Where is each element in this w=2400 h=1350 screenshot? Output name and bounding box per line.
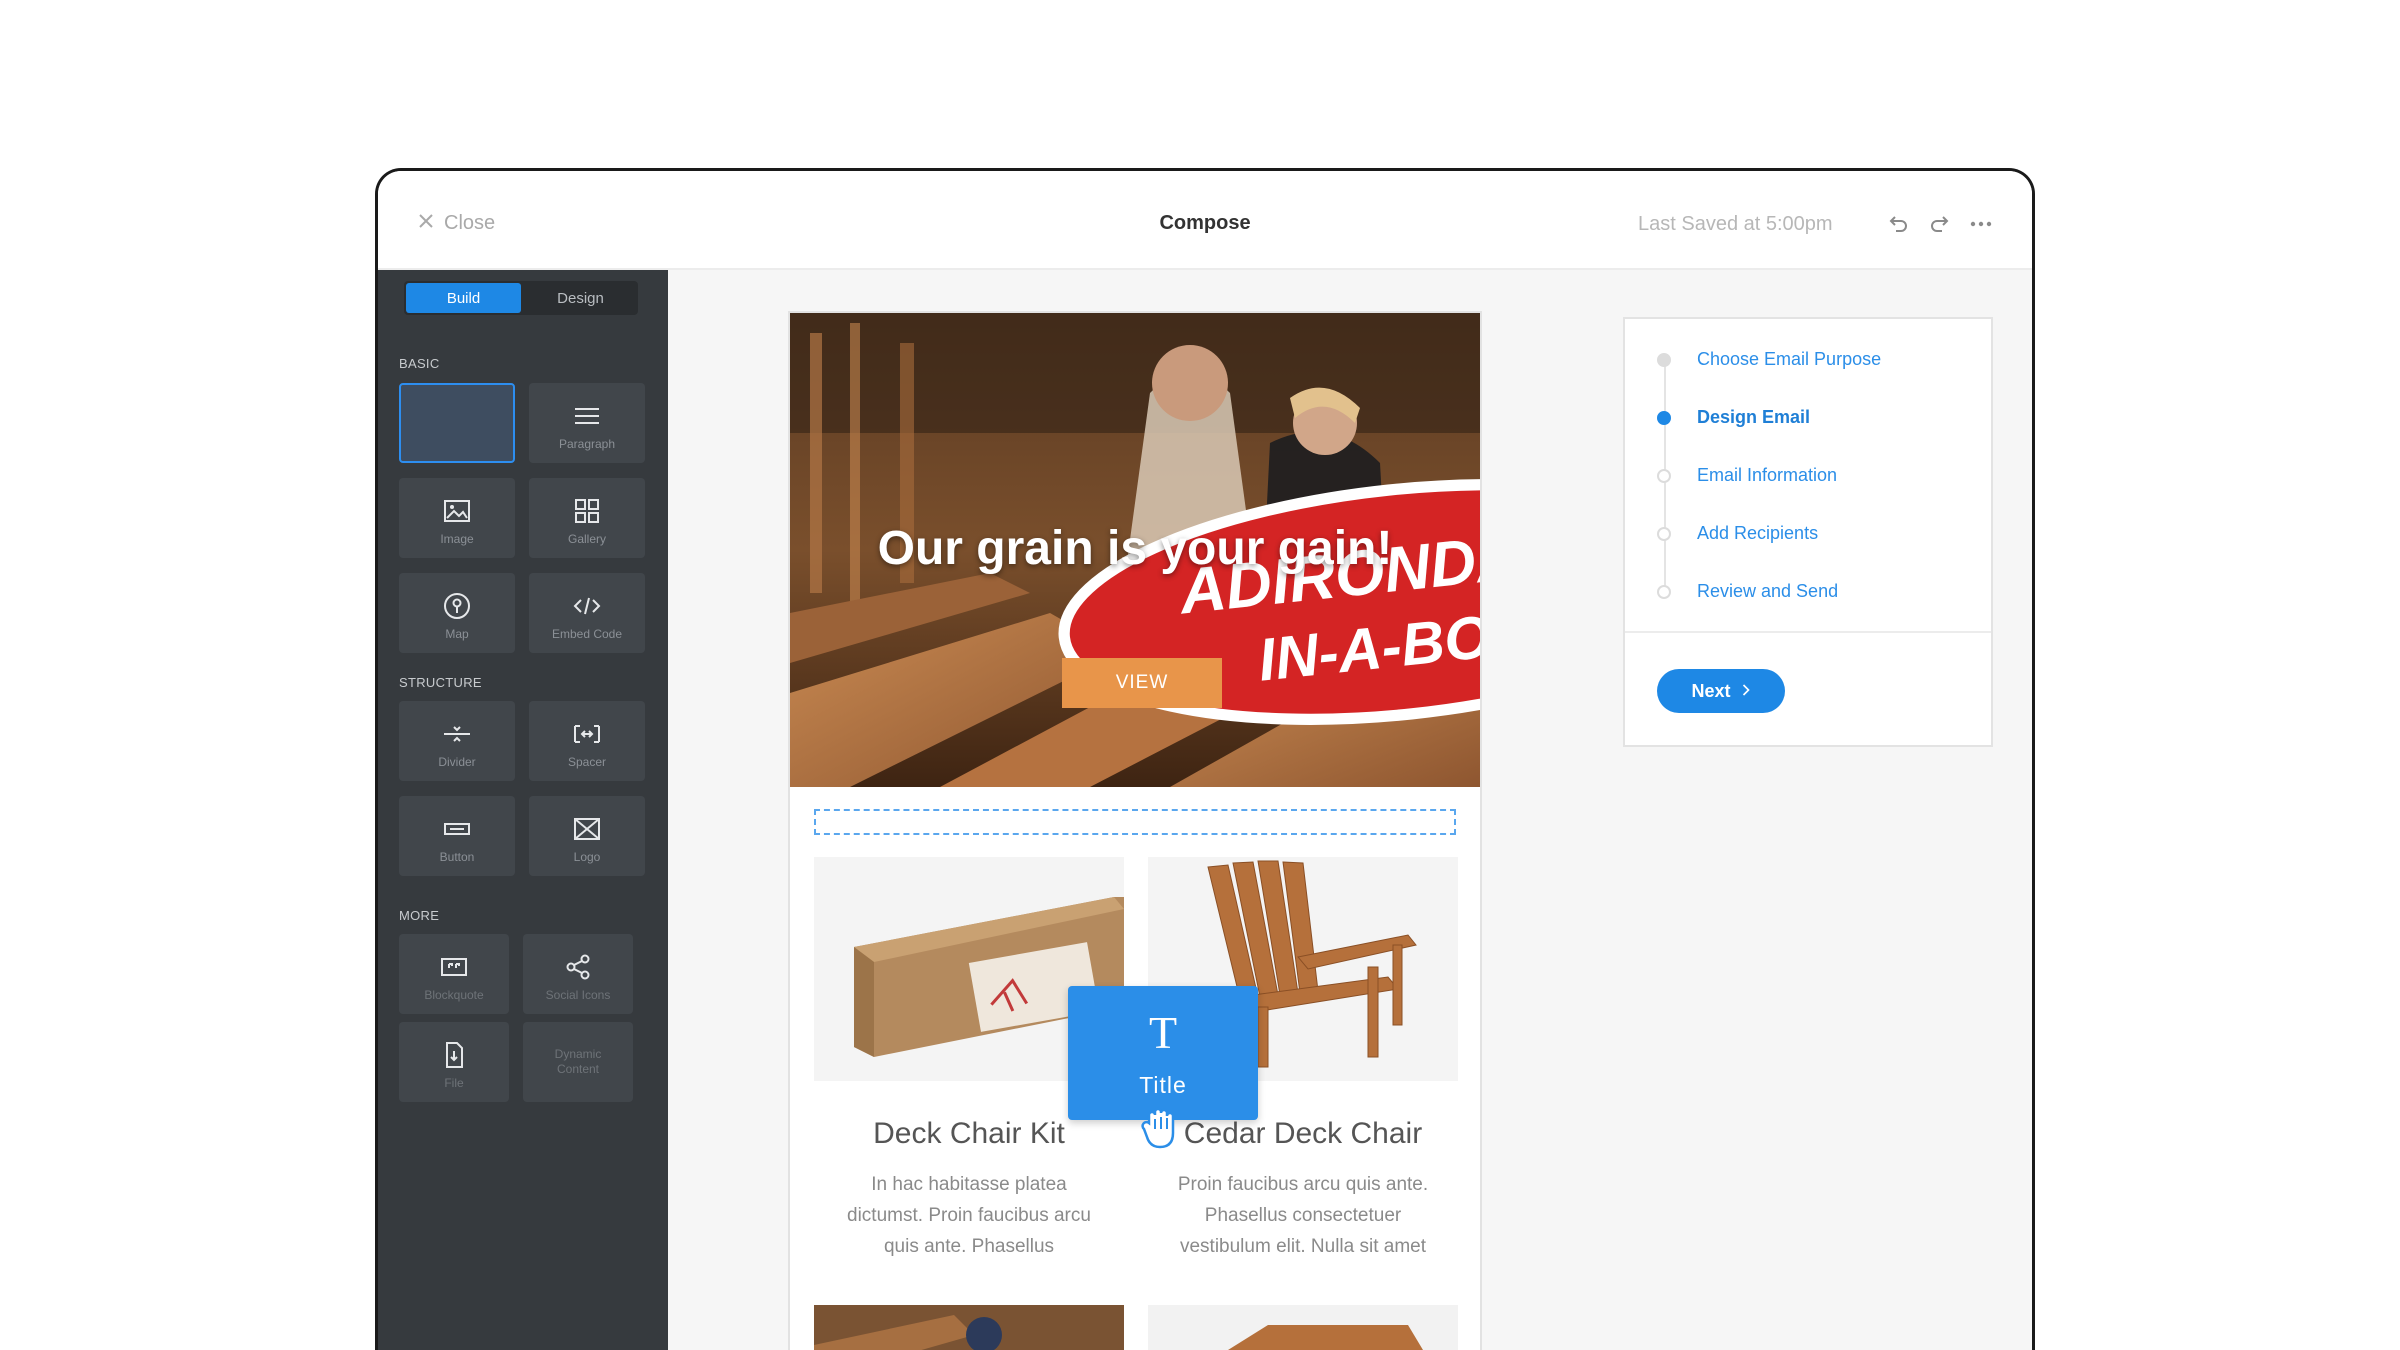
hero-image[interactable]: ADIRONDACK IN-A-BOX! Our grain is your g…	[790, 313, 1480, 787]
quote-icon	[438, 952, 470, 982]
section-basic-heading: BASIC	[399, 356, 440, 371]
spacer-block[interactable]: Spacer	[529, 701, 645, 781]
embed-code-label: Embed Code	[551, 627, 623, 641]
divider-block[interactable]: Divider	[399, 701, 515, 781]
step-label: Add Recipients	[1697, 523, 1819, 543]
divider-label: Divider	[438, 755, 476, 769]
spacer-icon	[571, 719, 603, 749]
code-icon	[571, 591, 603, 621]
tab-build[interactable]: Build	[406, 283, 521, 313]
logo-label: Logo	[573, 850, 601, 864]
button-icon	[441, 814, 473, 844]
product-thumbnail	[1148, 1305, 1458, 1350]
step-pending-indicator	[1657, 526, 1671, 541]
step-choose-email-purpose[interactable]: Choose Email Purpose	[1657, 349, 1881, 370]
file-block[interactable]: File	[399, 1022, 509, 1102]
image-block[interactable]: Image	[399, 478, 515, 558]
chevron-right-icon	[1741, 681, 1751, 702]
paragraph-icon	[571, 401, 603, 431]
brand-badge: ADIRONDACK IN-A-BOX!	[1055, 365, 1480, 725]
product-description: Proin faucibus arcu quis ante. Phasellus…	[1177, 1174, 1429, 1257]
step-email-information[interactable]: Email Information	[1657, 465, 1837, 486]
section-structure-heading: STRUCTURE	[399, 675, 482, 690]
drop-zone-indicator[interactable]	[814, 809, 1456, 835]
redo-icon[interactable]	[1926, 211, 1952, 237]
logo-block[interactable]: Logo	[529, 796, 645, 876]
step-current-indicator	[1657, 410, 1671, 425]
steps-divider	[1625, 631, 1991, 633]
step-done-indicator	[1657, 352, 1671, 367]
step-add-recipients[interactable]: Add Recipients	[1657, 523, 1818, 544]
gallery-icon	[571, 496, 603, 526]
share-icon	[562, 952, 594, 982]
blockquote-label: Blockquote	[424, 988, 484, 1002]
step-review-and-send[interactable]: Review and Send	[1657, 581, 1838, 602]
step-label: Design Email	[1697, 407, 1811, 427]
embed-code-block[interactable]: Embed Code	[529, 573, 645, 653]
gallery-block[interactable]: Gallery	[529, 478, 645, 558]
step-pending-indicator	[1657, 584, 1671, 599]
tab-design[interactable]: Design	[523, 281, 638, 315]
image-label: Image	[440, 532, 474, 546]
step-label: Email Information	[1697, 465, 1838, 485]
product-name: Deck Chair Kit	[873, 1117, 1065, 1150]
map-label: Map	[445, 627, 469, 641]
compose-window: Close Compose Last Saved at 5:00pm Build…	[375, 168, 2035, 1350]
hero-heading: Our grain is your gain!	[877, 522, 1393, 575]
next-label: Next	[1691, 680, 1731, 701]
build-sidebar: Build Design BASIC Paragraph Image Galle…	[378, 270, 668, 1350]
view-button[interactable]: VIEW	[1062, 658, 1222, 708]
dragged-title-block[interactable]: T Title	[1068, 986, 1258, 1120]
empty-block-slot[interactable]	[399, 383, 515, 463]
step-label: Choose Email Purpose	[1697, 349, 1882, 369]
paragraph-block[interactable]: Paragraph	[529, 383, 645, 463]
section-more-heading: MORE	[399, 908, 440, 923]
file-icon	[438, 1040, 470, 1070]
title-block-label: Title	[1139, 1072, 1187, 1098]
blockquote-block[interactable]: Blockquote	[399, 934, 509, 1014]
product-thumbnail	[814, 1305, 1124, 1350]
email-preview: ADIRONDACK IN-A-BOX! Our grain is your g…	[788, 311, 1482, 1350]
title-glyph-icon: T	[1148, 1007, 1178, 1058]
next-button[interactable]: Next	[1657, 669, 1785, 713]
step-pending-indicator	[1657, 468, 1671, 483]
more-options-icon[interactable]	[1968, 211, 1994, 237]
undo-icon[interactable]	[1886, 211, 1912, 237]
paragraph-label: Paragraph	[558, 437, 616, 451]
image-icon	[441, 496, 473, 526]
sidebar-tabs: Build Design	[404, 281, 638, 315]
button-label: Button	[439, 850, 475, 864]
file-label: File	[444, 1076, 464, 1090]
logo-icon	[571, 814, 603, 844]
button-block[interactable]: Button	[399, 796, 515, 876]
last-saved-status: Last Saved at 5:00pm	[1638, 213, 1833, 235]
map-block[interactable]: Map	[399, 573, 515, 653]
social-icons-label: Social Icons	[545, 988, 611, 1002]
top-bar: Close Compose Last Saved at 5:00pm	[378, 171, 2032, 270]
grab-cursor-icon	[1140, 1103, 1184, 1151]
social-icons-block[interactable]: Social Icons	[523, 934, 633, 1014]
dynamic-content-block[interactable]: Dynamic Content	[523, 1022, 633, 1102]
product-name: Cedar Deck Chair	[1183, 1117, 1423, 1150]
steps-panel: Choose Email Purpose Design Email Email …	[1623, 317, 1993, 747]
spacer-label: Spacer	[567, 755, 607, 769]
step-label: Review and Send	[1697, 581, 1839, 601]
map-pin-icon	[441, 591, 473, 621]
dynamic-content-label: Dynamic Content	[554, 1047, 602, 1076]
divider-icon	[441, 719, 473, 749]
gallery-label: Gallery	[567, 532, 606, 546]
product-description: In hac habitasse platea dictumst. Proin …	[847, 1174, 1091, 1257]
step-design-email[interactable]: Design Email	[1657, 407, 1810, 428]
